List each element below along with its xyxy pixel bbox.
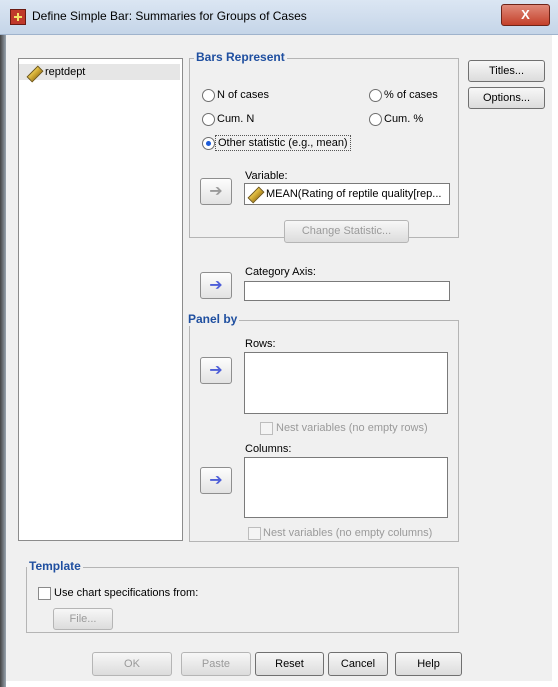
titles-button[interactable]: Titles... (468, 60, 545, 82)
cancel-button[interactable]: Cancel (328, 652, 388, 676)
radio-other-statistic-label: Other statistic (e.g., mean) (215, 135, 351, 151)
rows-arrow-button[interactable]: ➔ (200, 357, 232, 384)
nest-columns-label: Nest variables (no empty columns) (263, 527, 433, 539)
columns-label: Columns: (245, 443, 292, 455)
nest-rows-label: Nest variables (no empty rows) (276, 422, 428, 434)
category-axis-arrow-button[interactable]: ➔ (200, 272, 232, 299)
radio-pct-of-cases-label: % of cases (384, 89, 438, 101)
variable-field-label: Variable: (245, 170, 288, 182)
panel-by-legend: Panel by (186, 312, 240, 326)
radio-cum-pct-label: Cum. % (384, 113, 424, 125)
variable-field-value: MEAN(Rating of reptile quality[rep... (266, 188, 442, 200)
radio-cum-pct[interactable] (369, 113, 382, 126)
options-button[interactable]: Options... (468, 87, 545, 109)
use-chart-spec-label: Use chart specifications from: (54, 587, 199, 599)
reset-button[interactable]: Reset (255, 652, 324, 676)
rows-field[interactable] (244, 352, 448, 414)
rows-label: Rows: (245, 338, 276, 350)
category-axis-field[interactable] (244, 281, 450, 301)
file-button[interactable]: File... (53, 608, 113, 630)
radio-other-statistic[interactable] (202, 137, 215, 150)
columns-arrow-button[interactable]: ➔ (200, 467, 232, 494)
nest-rows-checkbox[interactable] (260, 422, 273, 435)
radio-pct-of-cases[interactable] (369, 89, 382, 102)
variable-list[interactable] (18, 58, 183, 541)
close-button[interactable]: X (501, 4, 550, 26)
paste-button[interactable]: Paste (181, 652, 251, 676)
radio-cum-n[interactable] (202, 113, 215, 126)
columns-field[interactable] (244, 457, 448, 518)
app-icon (10, 9, 26, 25)
nest-columns-checkbox[interactable] (248, 527, 261, 540)
use-chart-spec-checkbox[interactable] (38, 587, 51, 600)
radio-cum-n-label: Cum. N (217, 113, 255, 125)
list-item[interactable] (19, 64, 180, 80)
help-button[interactable]: Help (395, 652, 462, 676)
change-statistic-button[interactable]: Change Statistic... (284, 220, 409, 243)
ok-button[interactable]: OK (92, 652, 172, 676)
category-axis-label: Category Axis: (245, 266, 316, 278)
radio-n-of-cases-label: N of cases (217, 89, 269, 101)
bars-represent-legend: Bars Represent (194, 50, 287, 64)
variable-move-arrow-button[interactable]: ➔ (200, 178, 232, 205)
radio-n-of-cases[interactable] (202, 89, 215, 102)
variable-label: reptdept (45, 66, 86, 78)
template-legend: Template (27, 559, 83, 573)
window-title: Define Simple Bar: Summaries for Groups … (32, 9, 307, 23)
